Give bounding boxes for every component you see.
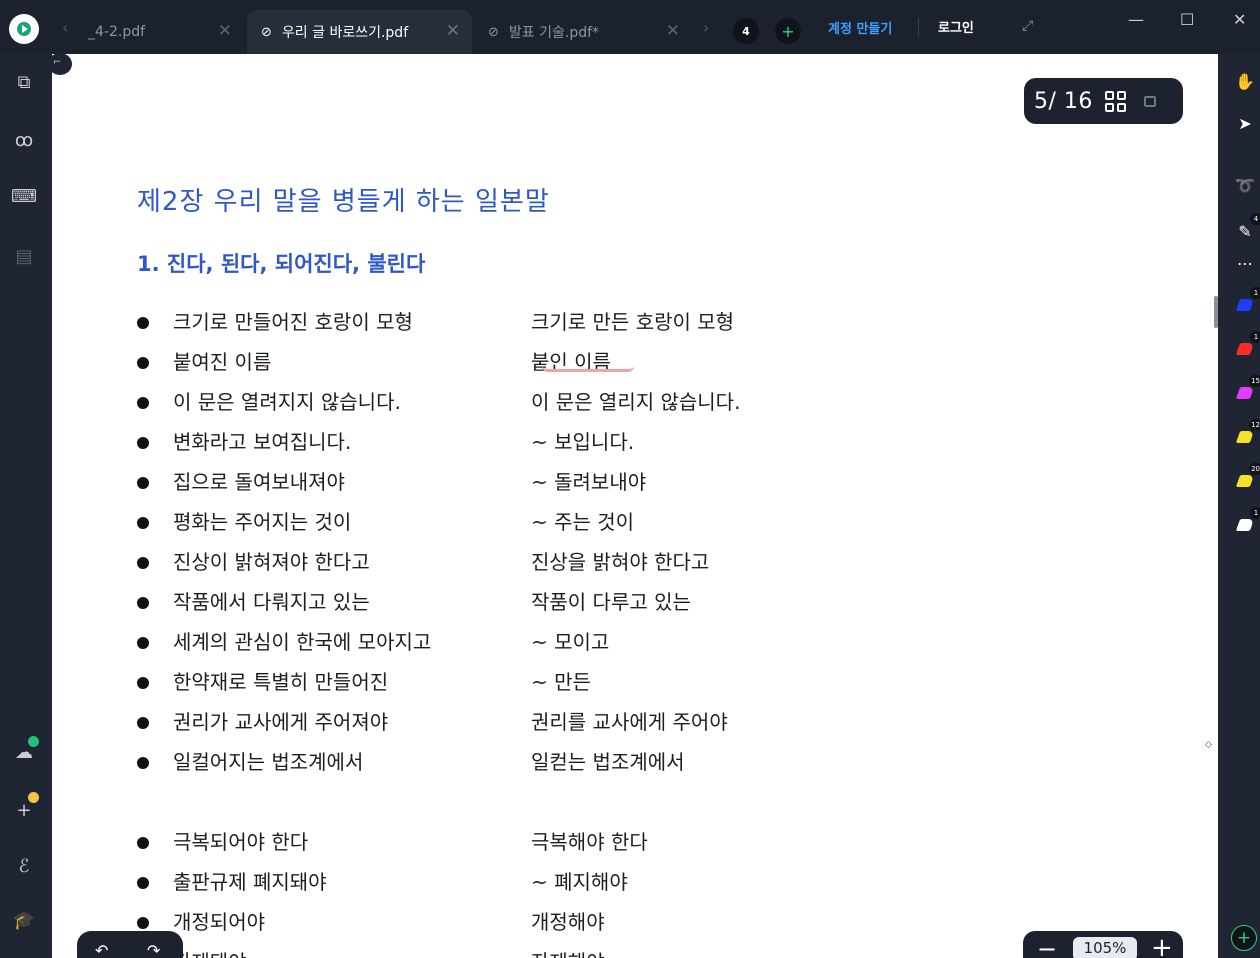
tab-close-icon[interactable]: ✕: [218, 21, 232, 41]
list-item: 자제돼야자제해야: [137, 946, 1037, 958]
pen-blue-icon[interactable]: 1: [1234, 287, 1260, 316]
new-tab-button[interactable]: +: [775, 18, 801, 44]
grid-view-icon[interactable]: [1104, 90, 1126, 112]
maximize-button[interactable]: ☐: [1180, 10, 1194, 29]
tab-close-icon[interactable]: ✕: [666, 21, 680, 41]
list-item: 크기로 만들어진 호랑이 모형 크기로 만든 호랑이 모형: [137, 306, 1037, 336]
highlighter-yellow-2-icon[interactable]: 20: [1234, 463, 1260, 492]
cloud-sync-icon[interactable]: ☁: [12, 736, 39, 764]
fullscreen-icon[interactable]: ⤢: [1022, 18, 1033, 34]
hand-tool-icon[interactable]: ✋: [1234, 70, 1256, 92]
list-item: 일컬어지는 법조계에서 일컫는 법조계에서: [137, 746, 1037, 776]
zoom-level[interactable]: 105%: [1073, 937, 1137, 958]
undo-icon[interactable]: ↶: [95, 941, 108, 958]
tab-item[interactable]: _4-2.pdf ✕: [74, 10, 244, 54]
list-item: 개정되어야 개정해야: [137, 906, 1037, 936]
list-item: 한약재로 특별히 만들어진 ~ 만든: [137, 666, 1037, 696]
page-number: 5/ 16: [1034, 88, 1093, 114]
select-tool-icon[interactable]: ➤: [1234, 112, 1256, 134]
page-indicator[interactable]: 5/ 16: [1024, 78, 1183, 124]
title-bar: ‹ _4-2.pdf ✕ ⊘ 우리 글 바로쓰기.pdf ✕ ⊘ 발표 기술.p…: [0, 0, 1260, 54]
page-marker-icon: ◇: [1205, 740, 1212, 750]
more-tools-icon[interactable]: ⋯: [1234, 252, 1256, 274]
divider: [918, 18, 919, 36]
zoom-controls: − 105% +: [1023, 931, 1183, 958]
right-toolbar: ✋ ➤ ➰ ✎ 4 ⋯ 1 1 15 12 20 1: [1222, 54, 1260, 958]
add-page-button[interactable]: +: [1231, 925, 1257, 951]
tab-scroll-left-icon[interactable]: ‹: [62, 18, 68, 37]
ink-dot-annotation[interactable]: [264, 365, 267, 368]
search-binoculars-icon[interactable]: ꝏ: [12, 128, 36, 152]
highlight-underline-annotation[interactable]: [542, 366, 634, 372]
tab-label: _4-2.pdf: [88, 24, 146, 40]
list-item: 집으로 돌여보내져야 ~ 돌려보내야: [137, 466, 1037, 496]
cloud-off-icon: ⊘: [261, 24, 272, 40]
pages-icon[interactable]: ⧉: [12, 70, 36, 94]
lasso-tool-icon[interactable]: ➰: [1234, 174, 1256, 196]
eraser-icon[interactable]: 1: [1234, 507, 1260, 536]
tab-label: 발표 기술.pdf*: [508, 25, 600, 41]
comment-icon[interactable]: ⌨: [11, 184, 37, 208]
tab-count-badge[interactable]: 4: [733, 18, 759, 44]
list-item: 이 문은 열려지지 않습니다. 이 문은 열리지 않습니다.: [137, 386, 1037, 416]
list-item: 출판규제 폐지돼야 ~ 폐지해야: [137, 866, 1037, 896]
signup-link[interactable]: 계정 만들기: [828, 18, 892, 37]
left-sidebar: ⧉ ꝏ ⌨ ▤ ☁ + ℰ 🎓: [0, 54, 48, 958]
cloud-off-icon: ⊘: [488, 24, 499, 40]
pen-red-icon[interactable]: 1: [1234, 331, 1260, 360]
highlighter-yellow-icon[interactable]: 12: [1234, 419, 1260, 448]
list-item: 세계의 관심이 한국에 모아지고 ~ 모이고: [137, 626, 1037, 656]
scrollbar-thumb[interactable]: [1214, 296, 1218, 328]
close-window-button[interactable]: ✕: [1233, 10, 1246, 29]
tab-scroll-right-icon[interactable]: ›: [703, 18, 709, 37]
sidebar-toggle-icon[interactable]: [1143, 95, 1156, 107]
page-corner-button[interactable]: ⌐: [48, 53, 72, 75]
redo-icon[interactable]: ↷: [147, 941, 160, 958]
learn-icon[interactable]: 🎓: [12, 908, 36, 932]
list-item: 진상이 밝혀져야 한다고 진상을 밝혀야 한다고: [137, 546, 1037, 576]
add-feature-icon[interactable]: +: [12, 792, 39, 822]
app-window: ‹ _4-2.pdf ✕ ⊘ 우리 글 바로쓰기.pdf ✕ ⊘ 발표 기술.p…: [0, 0, 1260, 958]
highlighter-magenta-icon[interactable]: 15: [1234, 375, 1260, 404]
list-item: 극복되어야 한다 극복해야 한다: [137, 826, 1037, 856]
minimize-button[interactable]: —: [1128, 10, 1144, 29]
integration-icon[interactable]: ℰ: [12, 854, 36, 878]
section-title: 1. 진다, 된다, 되어진다, 불린다: [137, 252, 426, 276]
zoom-in-button[interactable]: +: [1151, 933, 1173, 958]
tab-label: 우리 글 바로쓰기.pdf: [281, 25, 409, 41]
list-item: 작품에서 다뤄지고 있는 작품이 다루고 있는: [137, 586, 1037, 616]
list-item: 권리가 교사에게 주어져야 권리를 교사에게 주어야: [137, 706, 1037, 736]
document-page[interactable]: 5/ 16 제2장 우리 말을 병들게 하는 일본말 1. 진다, 된다, 되어…: [52, 54, 1218, 958]
list-item: 변화라고 보여집니다. ~ 보입니다.: [137, 426, 1037, 456]
tab-close-icon[interactable]: ✕: [446, 21, 460, 41]
zoom-out-button[interactable]: −: [1037, 935, 1057, 958]
list-item: 평화는 주어지는 것이 ~ 주는 것이: [137, 506, 1037, 536]
magic-pen-icon[interactable]: ✎ 4: [1234, 213, 1260, 242]
save-icon[interactable]: ▤: [12, 244, 36, 268]
chapter-title: 제2장 우리 말을 병들게 하는 일본말: [137, 187, 550, 217]
app-logo-icon[interactable]: [9, 14, 39, 44]
login-button[interactable]: 로그인: [938, 17, 974, 36]
tab-item[interactable]: ⊘ 발표 기술.pdf* ✕: [474, 10, 692, 54]
tab-item-active[interactable]: ⊘ 우리 글 바로쓰기.pdf ✕: [247, 10, 472, 54]
undo-redo-controls: ↶ ↷: [77, 931, 183, 958]
